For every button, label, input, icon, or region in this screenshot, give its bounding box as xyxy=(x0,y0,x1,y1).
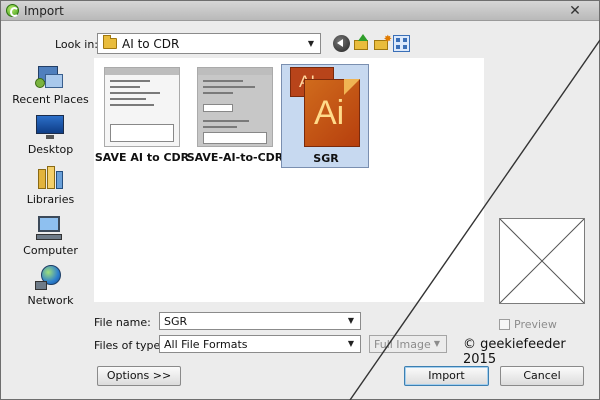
ai-icon-text-front: Ai xyxy=(314,94,345,132)
file-name-value: SGR xyxy=(164,315,188,328)
look-in-label: Look in: xyxy=(55,38,98,51)
image-mode-value: Full Image xyxy=(374,338,431,351)
window-title: Import xyxy=(24,4,64,18)
file-item-save-ai-to-cdr[interactable]: SAVE AI to CDR xyxy=(95,64,189,168)
place-label: Desktop xyxy=(27,143,74,156)
file-name-label: SAVE AI to CDR xyxy=(94,151,190,164)
places-bar: Recent Places Desktop Libraries Computer… xyxy=(12,58,89,313)
up-folder-icon[interactable] xyxy=(353,34,370,52)
chevron-down-icon[interactable]: ▼ xyxy=(305,38,317,50)
desktop-icon xyxy=(35,114,65,140)
title-bar[interactable]: Import ✕ xyxy=(1,1,599,21)
place-recent-places[interactable]: Recent Places xyxy=(12,62,89,110)
network-icon xyxy=(35,265,65,291)
file-type-dropdown[interactable]: All File Formats ▼ xyxy=(159,335,361,353)
place-libraries[interactable]: Libraries xyxy=(14,162,87,210)
back-icon[interactable] xyxy=(333,35,350,52)
place-label: Network xyxy=(27,294,74,307)
place-label: Computer xyxy=(23,244,78,257)
file-thumbnail xyxy=(104,67,180,147)
file-name-label: SGR xyxy=(313,152,339,165)
file-list[interactable]: SAVE AI to CDR SAVE-AI-to-CDR AI Ai SGR xyxy=(94,58,484,302)
place-label: Recent Places xyxy=(12,93,89,106)
file-item-save-ai-to-cdr-2[interactable]: SAVE-AI-to-CDR xyxy=(187,64,283,168)
cancel-button[interactable]: Cancel xyxy=(500,366,584,386)
import-dialog: Import ✕ Look in: AI to CDR ▼ ✸ Recent P… xyxy=(0,0,600,400)
computer-icon xyxy=(35,215,65,241)
place-label: Libraries xyxy=(26,193,75,206)
import-button[interactable]: Import xyxy=(404,366,489,386)
place-computer[interactable]: Computer xyxy=(14,213,87,261)
file-name-label: SAVE-AI-to-CDR xyxy=(186,151,284,164)
recent-places-icon xyxy=(35,64,65,90)
file-type-value: All File Formats xyxy=(164,338,248,351)
chevron-down-icon[interactable]: ▼ xyxy=(345,315,357,327)
libraries-icon xyxy=(35,164,65,190)
preview-pane xyxy=(499,218,585,304)
options-button[interactable]: Options >> xyxy=(97,366,181,386)
close-icon[interactable]: ✕ xyxy=(567,3,583,19)
view-menu-icon[interactable] xyxy=(393,35,410,52)
place-desktop[interactable]: Desktop xyxy=(14,112,87,160)
place-network[interactable]: Network xyxy=(14,263,87,311)
folder-icon xyxy=(103,35,117,49)
file-item-sgr[interactable]: AI Ai SGR xyxy=(281,64,369,168)
file-type-label: Files of type: xyxy=(94,339,165,352)
file-name-label: File name: xyxy=(94,316,151,329)
look-in-dropdown[interactable]: AI to CDR ▼ xyxy=(97,33,321,54)
chevron-down-icon: ▼ xyxy=(433,339,441,348)
file-name-input[interactable]: SGR ▼ xyxy=(159,312,361,330)
preview-label: Preview xyxy=(514,318,557,331)
new-folder-icon[interactable]: ✸ xyxy=(373,35,392,52)
image-mode-dropdown[interactable]: Full Image ▼ xyxy=(369,335,447,353)
copyright-watermark: © geekiefeeder 2015 xyxy=(463,337,566,367)
illustrator-file-icon: AI Ai xyxy=(290,67,362,149)
file-thumbnail xyxy=(197,67,273,147)
app-logo-icon xyxy=(6,4,19,17)
empty-preview-icon xyxy=(499,218,585,304)
look-in-value: AI to CDR xyxy=(122,37,180,51)
preview-checkbox[interactable] xyxy=(499,319,510,330)
chevron-down-icon[interactable]: ▼ xyxy=(345,338,357,350)
